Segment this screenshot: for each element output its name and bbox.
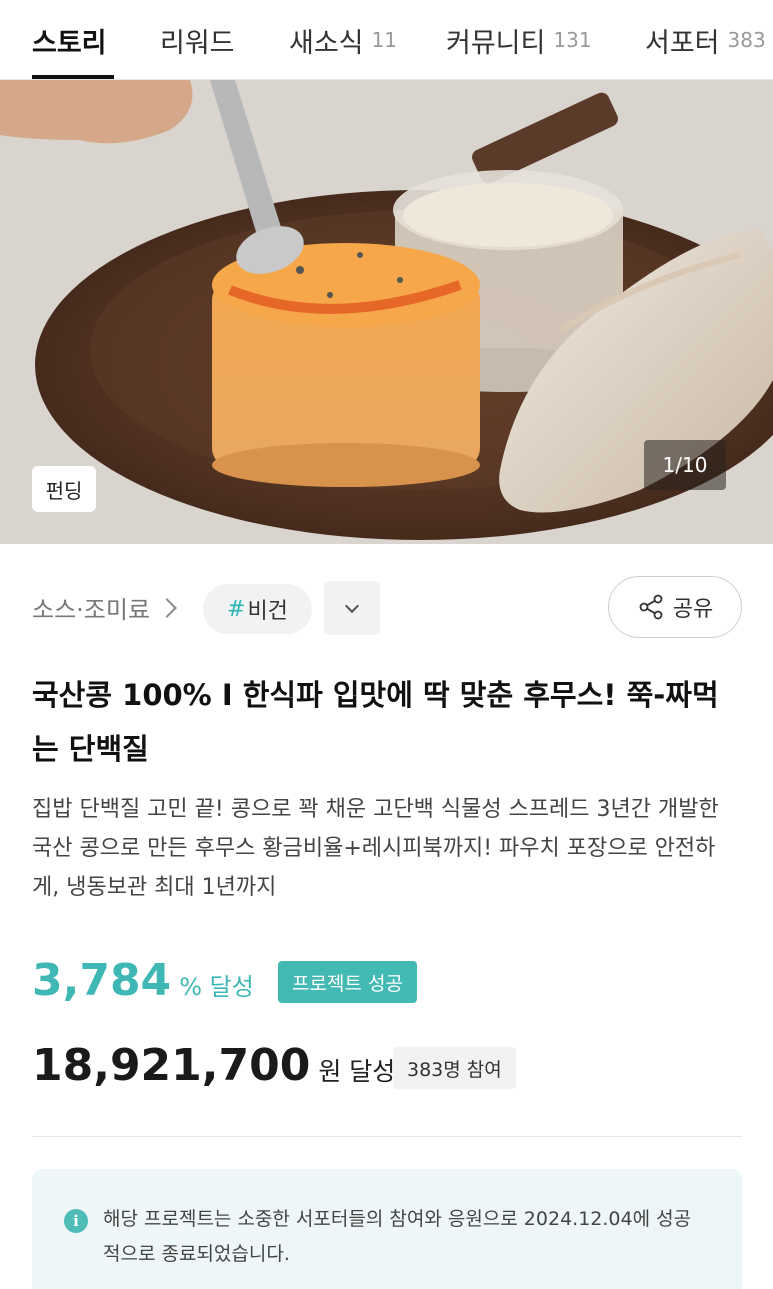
project-image-carousel[interactable]: 펀딩 1/10 [0,80,773,544]
tab-rewards-label: 리워드 [160,27,235,59]
divider [32,1136,742,1137]
category-row: 소스·조미료 # 비건 공유 [32,576,742,638]
percent-unit: % 달성 [179,973,254,1001]
amount-value: 18,921,700 [32,1040,311,1091]
tab-community-label: 커뮤니티 [446,27,546,59]
tab-story[interactable]: 스토리 [32,0,107,80]
notice-text: 해당 프로젝트는 소중한 서포터들의 참여와 응원으로 2024.12.04에 … [103,1208,692,1265]
tab-news[interactable]: 새소식 11 [289,0,397,80]
supporters-count-badge: 383명 참여 [393,1047,516,1089]
tab-story-label: 스토리 [32,27,107,59]
share-icon [639,594,663,620]
info-icon: i [64,1209,88,1233]
vegan-tag[interactable]: # 비건 [203,584,312,634]
category-label: 소스·조미료 [32,596,151,624]
project-ended-notice: i 해당 프로젝트는 소중한 서포터들의 참여와 응원으로 2024.12.04… [32,1169,742,1289]
active-tab-indicator [32,75,114,79]
tab-rewards[interactable]: 리워드 [160,0,235,80]
tab-news-label: 새소식 [289,27,364,59]
tag-label: 비건 [247,599,288,624]
project-title: 국산콩 100% I 한식파 입맛에 딱 맞춘 후무스! 쭉-짜먹는 단백질 [32,678,719,766]
share-label: 공유 [672,597,714,622]
chevron-right-icon [157,597,177,618]
tab-supporters-count: 383 [727,28,766,52]
achievement-percent: 3,784 % 달성 [32,955,254,1015]
tab-bar: 스토리 리워드 새소식 11 커뮤니티 131 서포터 383 [0,0,773,80]
tab-news-count: 11 [371,28,397,52]
share-button[interactable]: 공유 [608,576,742,638]
funded-amount: 18,921,700 원 달성 [32,1040,395,1100]
expand-tags-button[interactable] [324,581,380,635]
tab-community-count: 131 [553,28,592,52]
project-description: 집밥 단백질 고민 끝! 콩으로 꽉 채운 고단백 식물성 스프레드 3년간 개… [32,797,719,900]
tab-community[interactable]: 커뮤니티 131 [446,0,592,80]
tag-hash: # [227,596,246,622]
status-badge: 프로젝트 성공 [278,961,417,1003]
tab-supporters[interactable]: 서포터 383 [645,0,766,80]
percent-value: 3,784 [32,955,172,1006]
amount-unit: 원 달성 [318,1057,396,1086]
tab-supporters-label: 서포터 [645,27,720,59]
chevron-down-icon [344,598,360,613]
funding-badge: 펀딩 [32,466,96,512]
category-breadcrumb[interactable]: 소스·조미료 [32,590,177,625]
image-page-counter: 1/10 [644,440,726,490]
